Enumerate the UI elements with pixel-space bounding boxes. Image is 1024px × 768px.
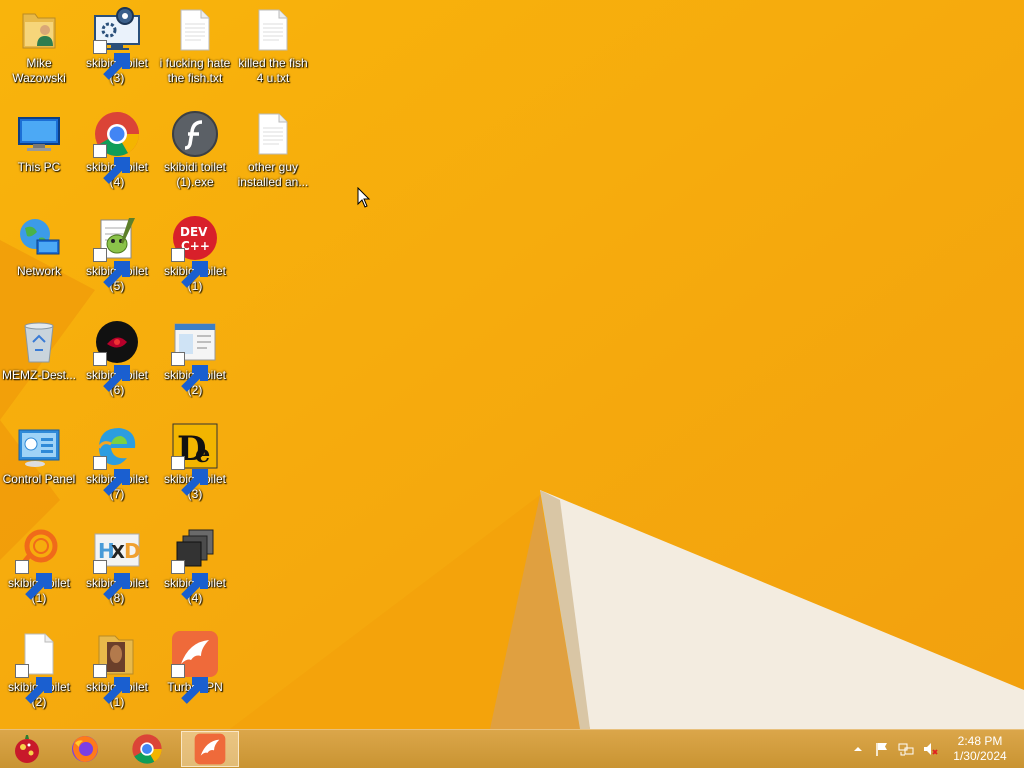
network-globe-icon (20, 219, 60, 255)
shortcut-arrow-icon (171, 248, 208, 288)
desktop-icon-network[interactable]: Network (0, 208, 78, 308)
shortcut-arrow-icon (93, 352, 130, 392)
desktop-icon-skibidi-toilet-4-c3[interactable]: skibidi toilet (4) (156, 520, 234, 620)
desktop-icon-skibidi-toilet-2-c1[interactable]: skibidi toilet (2) (0, 624, 78, 724)
turbovpn-icon (194, 733, 226, 765)
taskbar-firefox[interactable] (58, 731, 112, 767)
firefox-icon (72, 736, 98, 762)
shortcut-arrow-icon (93, 248, 130, 288)
start-button[interactable] (0, 731, 54, 767)
icon-label: killed the fish 4 u.txt (238, 56, 308, 85)
shortcut-arrow-icon (171, 560, 208, 600)
icon-label: Control Panel (2, 472, 76, 486)
desktop-icon-killed-fish-txt[interactable]: killed the fish 4 u.txt (234, 0, 312, 100)
taskbar-turbovpn[interactable] (181, 731, 239, 767)
volume-tray-button[interactable] (922, 741, 938, 757)
shortcut-arrow-icon (171, 352, 208, 392)
taskbar-chrome[interactable] (120, 731, 174, 767)
shortcut-arrow-icon (15, 560, 52, 600)
taskbar: 2:48 PM 1/30/2024 (0, 729, 1024, 768)
start-orb-icon (15, 735, 39, 763)
svg-text:D: D (124, 539, 141, 563)
desktop-icon-skibidi-toilet-5-c2[interactable]: skibidi toilet (5) (78, 208, 156, 308)
text-file-icon (180, 9, 210, 51)
icon-label: Network (16, 264, 61, 278)
shortcut-arrow-icon (171, 456, 208, 496)
shortcut-arrow-icon (93, 664, 130, 704)
desktop-icon-skibidi-toilet-4-c2[interactable]: skibidi toilet (4) (78, 104, 156, 204)
clock-date: 1/30/2024 (953, 749, 1007, 763)
shortcut-arrow-icon (15, 664, 52, 704)
desktop-icon-skibidi-toilet-1-c1[interactable]: skibidi toilet (1) (0, 520, 78, 620)
svg-text:X: X (111, 542, 125, 563)
desktop-icon-other-guy-txt[interactable]: other guy installed an... (234, 104, 312, 204)
clock-time: 2:48 PM (957, 734, 1003, 748)
chrome-icon (132, 734, 162, 764)
desktop-icon-recycle-bin[interactable]: MEMZ-Dest... (0, 312, 78, 412)
desktop-icon-user-folder[interactable]: Mike Wazowski (0, 0, 78, 100)
shortcut-arrow-icon (171, 664, 208, 704)
text-file-icon (258, 9, 288, 51)
icon-label: This PC (17, 160, 61, 174)
taskbar-clock[interactable]: 2:48 PM 1/30/2024 (944, 734, 1016, 764)
desktop-icon-skibidi-toilet-1-c3[interactable]: DEV C++ skibidi toilet (1) (156, 208, 234, 308)
computer-icon (18, 117, 60, 151)
desktop-icon-skibidi-toilet-2-c3[interactable]: skibidi toilet (2) (156, 312, 234, 412)
flag-icon (876, 743, 887, 756)
desktop-icon-control-panel[interactable]: Control Panel (0, 416, 78, 516)
svg-text:DEV: DEV (180, 225, 208, 239)
action-center-button[interactable] (874, 741, 890, 757)
chevron-up-icon (854, 747, 862, 751)
icon-label: other guy installed an... (237, 160, 309, 189)
icon-label: Mike Wazowski (12, 56, 66, 85)
shortcut-arrow-icon (93, 40, 130, 80)
shortcut-arrow-icon (93, 144, 130, 184)
desktop-icon-skibidi-toilet-3-c3[interactable]: D e skibidi toilet (3) (156, 416, 234, 516)
control-panel-icon (18, 429, 60, 467)
shortcut-arrow-icon (93, 456, 130, 496)
desktop-icon-skibidi-toilet-7-c2[interactable]: skibidi toilet (7) (78, 416, 156, 516)
desktop: Mike Wazowski This PC Network MEMZ-Dest.… (0, 0, 1024, 729)
desktop-icon-skibidi-toilet-1-exe[interactable]: skibidi toilet (1).exe (156, 104, 234, 204)
desktop-icon-skibidi-toilet-3-c2[interactable]: skibidi toilet (3) (78, 0, 156, 100)
shortcut-arrow-icon (93, 560, 130, 600)
show-hidden-icons-button[interactable] (850, 741, 866, 757)
desktop-icon-turbovpn[interactable]: TurboVPN (156, 624, 234, 724)
flash-player-icon (172, 111, 218, 157)
mouse-cursor-icon (357, 187, 371, 208)
volume-muted-icon (924, 743, 938, 755)
icon-label: i fucking hate the fish.txt (159, 56, 231, 85)
network-icon (898, 743, 914, 756)
recycle-bin-icon (24, 322, 54, 363)
icon-label: skibidi toilet (1).exe (163, 160, 227, 189)
desktop-icon-skibidi-toilet-1-c2[interactable]: skibidi toilet (1) (78, 624, 156, 724)
network-tray-button[interactable] (898, 741, 914, 757)
desktop-icon-skibidi-toilet-8-c2[interactable]: H X D skibidi toilet (8) (78, 520, 156, 620)
user-folder-icon (22, 13, 56, 49)
desktop-icon-fish-txt[interactable]: i fucking hate the fish.txt (156, 0, 234, 100)
desktop-icon-skibidi-toilet-6-c2[interactable]: skibidi toilet (6) (78, 312, 156, 412)
desktop-icon-this-pc[interactable]: This PC (0, 104, 78, 204)
icon-label: MEMZ-Dest... (2, 368, 76, 382)
text-file-icon (258, 113, 288, 155)
